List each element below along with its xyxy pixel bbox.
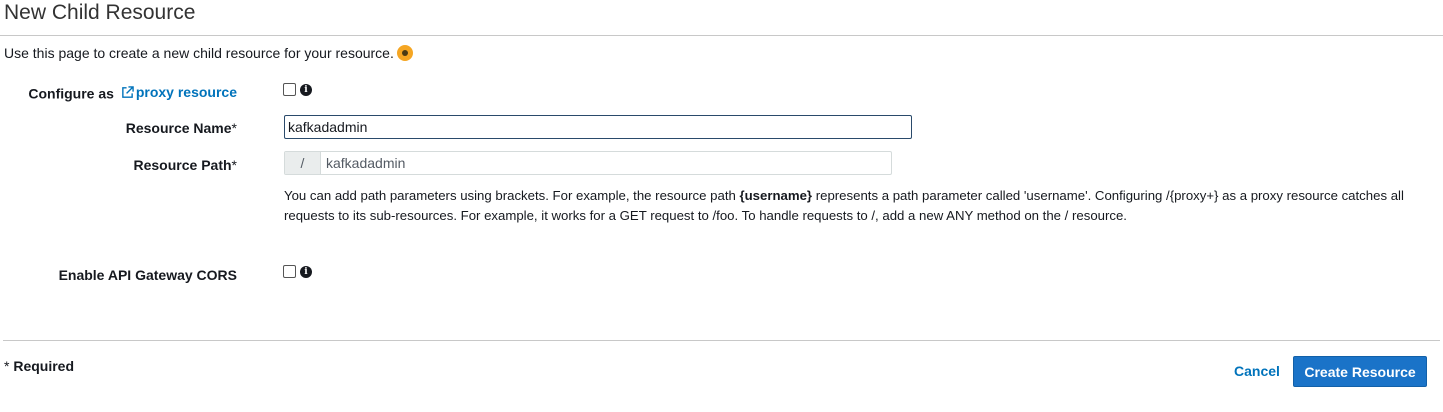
help-text-bold: {username} [739, 188, 813, 203]
cors-label: Enable API Gateway CORS [58, 267, 237, 283]
cancel-button[interactable]: Cancel [1234, 363, 1280, 379]
resource-name-label-text: Resource Name [125, 120, 232, 136]
proxy-resource-link[interactable]: proxy resource [118, 84, 237, 100]
required-note-text: Required [9, 358, 75, 374]
status-dot-icon[interactable] [396, 45, 413, 61]
page-description-text: Use this page to create a new child reso… [4, 45, 394, 61]
title-divider [0, 35, 1443, 36]
resource-path-label-text: Resource Path [133, 157, 232, 173]
required-mark: * [231, 120, 237, 136]
proxy-label-prefix: Configure as [28, 85, 118, 102]
required-note: * Required [4, 358, 74, 374]
page-title: New Child Resource [4, 1, 196, 24]
resource-path-label: Resource Path* [134, 157, 238, 173]
footer-divider [3, 340, 1440, 341]
resource-name-label: Resource Name* [126, 120, 237, 136]
help-text-part1: You can add path parameters using bracke… [284, 188, 740, 203]
info-icon[interactable]: i [300, 266, 312, 278]
resource-name-input[interactable] [284, 115, 912, 139]
required-mark: * [231, 157, 237, 173]
resource-path-value[interactable]: kafkadadmin [321, 152, 405, 174]
path-help-text: You can add path parameters using bracke… [284, 186, 1414, 226]
create-resource-button[interactable]: Create Resource [1293, 356, 1427, 387]
proxy-resource-link-text: proxy resource [135, 84, 237, 100]
cors-checkbox[interactable] [283, 265, 296, 278]
resource-path-prefix: / [285, 152, 321, 174]
external-link-icon [121, 85, 134, 98]
info-icon[interactable]: i [300, 84, 312, 96]
proxy-label: Configure as proxy resource [28, 84, 237, 102]
resource-path-input[interactable]: / kafkadadmin [284, 151, 892, 175]
page-description: Use this page to create a new child reso… [4, 45, 413, 61]
proxy-resource-checkbox[interactable] [283, 83, 296, 96]
